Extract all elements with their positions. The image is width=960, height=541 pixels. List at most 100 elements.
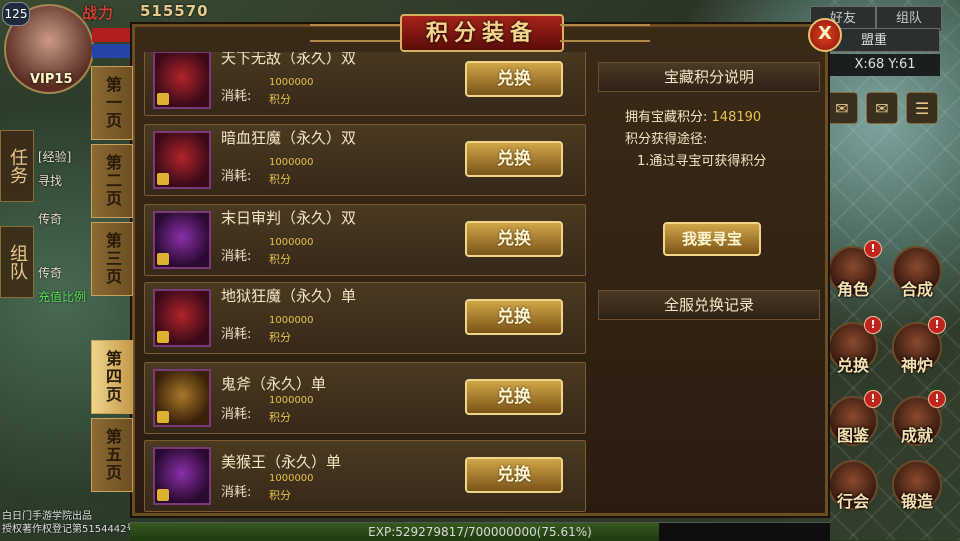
page-tab-3[interactable]: 第三页: [91, 222, 133, 296]
achievement-alert-badge: !: [928, 390, 946, 408]
lock-icon: [157, 331, 169, 343]
cost-value: 1000000: [269, 395, 314, 406]
list-item: 暗血狂魔（永久）双 消耗: 1000000 积分 兑换: [144, 124, 586, 196]
quest-line[interactable]: [经验]: [38, 148, 71, 165]
synthesis-menu-label[interactable]: 合成: [887, 276, 947, 300]
cost-unit: 积分: [269, 93, 291, 106]
title-ornament-right: [560, 24, 650, 42]
exp-text: EXP:529279817/700000000(75.61%): [368, 525, 592, 539]
item-name: 暗血狂魔（永久）双: [221, 129, 357, 147]
panel-title: 积分装备: [400, 14, 564, 52]
cost-unit: 积分: [269, 253, 291, 266]
cost-unit: 积分: [269, 331, 291, 344]
lock-icon: [157, 93, 169, 105]
exchange-button[interactable]: 兑换: [465, 379, 563, 415]
list-item: 美猴王（永久）单 消耗: 1000000 积分 兑换: [144, 440, 586, 512]
character-menu-label[interactable]: 角色: [823, 276, 883, 300]
page-tab-1[interactable]: 第一页: [91, 66, 133, 140]
character-alert-badge: !: [864, 240, 882, 258]
mail-icon[interactable]: ✉: [866, 92, 898, 124]
cost-unit: 积分: [269, 411, 291, 424]
power-label: 战力: [82, 4, 115, 22]
page-tab-2[interactable]: 第二页: [91, 144, 133, 218]
cost-label: 消耗:: [221, 249, 252, 264]
list-item: 末日审判（永久）双 消耗: 1000000 积分 兑换: [144, 204, 586, 276]
mp-bar: [92, 44, 134, 58]
hp-bar: [92, 28, 134, 42]
points-source-label: 积分获得途径:: [625, 132, 708, 147]
page-tab-5[interactable]: 第五页: [91, 418, 133, 492]
quest-line[interactable]: 寻找: [38, 172, 62, 189]
codex-alert-badge: !: [864, 390, 882, 408]
list-item: 鬼斧（永久）单 消耗: 1000000 积分 兑换: [144, 362, 586, 434]
quest-line[interactable]: 传奇: [38, 210, 62, 227]
quest-line[interactable]: 传奇: [38, 264, 62, 281]
points-owned-value: 148190: [711, 110, 762, 125]
item-icon[interactable]: [153, 369, 211, 427]
lock-icon: [157, 411, 169, 423]
quest-line[interactable]: 充值比例: [38, 288, 86, 305]
forge-menu-label[interactable]: 锻造: [887, 488, 947, 512]
exchange-alert-badge: !: [864, 316, 882, 334]
server-exchange-records-header[interactable]: 全服兑换记录: [598, 290, 820, 320]
chat-icon[interactable]: ☰: [906, 92, 938, 124]
cost-value: 1000000: [269, 473, 314, 484]
cost-label: 消耗:: [221, 89, 252, 104]
cost-unit: 积分: [269, 173, 291, 186]
cost-unit: 积分: [269, 489, 291, 502]
close-button[interactable]: X: [808, 18, 842, 52]
item-icon[interactable]: [153, 131, 211, 189]
cost-value: 1000000: [269, 237, 314, 248]
exp-bar: EXP:529279817/700000000(75.61%): [130, 522, 830, 541]
codex-menu-label[interactable]: 图鉴: [823, 422, 883, 446]
item-name: 天下无敌（永久）双: [221, 52, 357, 67]
vip-badge[interactable]: VIP15: [30, 72, 73, 87]
item-list[interactable]: 天下无敌（永久）双 消耗: 1000000 积分 兑换 暗血狂魔（永久）双 消耗…: [140, 52, 588, 512]
exchange-button[interactable]: 兑换: [465, 61, 563, 97]
list-item: 天下无敌（永久）双 消耗: 1000000 积分 兑换: [144, 52, 586, 116]
backpack-icon[interactable]: ✉: [826, 92, 858, 124]
copyright-line: 白日门手游学院出品: [2, 511, 92, 522]
achievement-menu-label[interactable]: 成就: [887, 422, 947, 446]
item-icon[interactable]: [153, 447, 211, 505]
points-owned: 拥有宝藏积分: 148190: [625, 106, 761, 125]
copyright-line: 授权著作权登记第5154442号: [2, 524, 137, 535]
cost-label: 消耗:: [221, 407, 252, 422]
copyright-notice: 白日门手游学院出品 授权著作权登记第5154442号: [2, 510, 137, 536]
player-level: 125: [2, 2, 30, 26]
exchange-button[interactable]: 兑换: [465, 141, 563, 177]
list-item: 地狱狂魔（永久）单 消耗: 1000000 积分 兑换: [144, 282, 586, 354]
item-name: 鬼斧（永久）单: [221, 375, 327, 393]
exchange-button[interactable]: 兑换: [465, 221, 563, 257]
exchange-button[interactable]: 兑换: [465, 299, 563, 335]
treasure-hunt-button[interactable]: 我要寻宝: [663, 222, 761, 256]
cost-value: 1000000: [269, 77, 314, 88]
exchange-menu-label[interactable]: 兑换: [823, 352, 883, 376]
team-tab[interactable]: 组队: [0, 226, 34, 298]
lock-icon: [157, 173, 169, 185]
points-source-item: 1.通过寻宝可获得积分: [637, 154, 767, 169]
cost-label: 消耗:: [221, 327, 252, 342]
cost-label: 消耗:: [221, 485, 252, 500]
exchange-button[interactable]: 兑换: [465, 457, 563, 493]
item-name: 美猴王（永久）单: [221, 453, 342, 471]
lock-icon: [157, 489, 169, 501]
title-ornament-left: [310, 24, 400, 42]
guild-menu-label[interactable]: 行会: [823, 488, 883, 512]
cost-value: 1000000: [269, 315, 314, 326]
item-name: 末日审判（永久）双: [221, 209, 357, 227]
quest-tab[interactable]: 任务: [0, 130, 34, 202]
guild-name: 盟重: [830, 28, 940, 52]
item-icon[interactable]: [153, 52, 211, 109]
furnace-alert-badge: !: [928, 316, 946, 334]
furnace-menu-label[interactable]: 神炉: [887, 352, 947, 376]
page-tab-4[interactable]: 第四页: [91, 340, 133, 414]
map-coordinates: X:68 Y:61: [830, 54, 940, 76]
cost-label: 消耗:: [221, 169, 252, 184]
item-icon[interactable]: [153, 289, 211, 347]
lock-icon: [157, 253, 169, 265]
item-name: 地狱狂魔（永久）单: [221, 287, 357, 305]
cost-value: 1000000: [269, 157, 314, 168]
item-icon[interactable]: [153, 211, 211, 269]
points-owned-label: 拥有宝藏积分:: [625, 110, 708, 125]
